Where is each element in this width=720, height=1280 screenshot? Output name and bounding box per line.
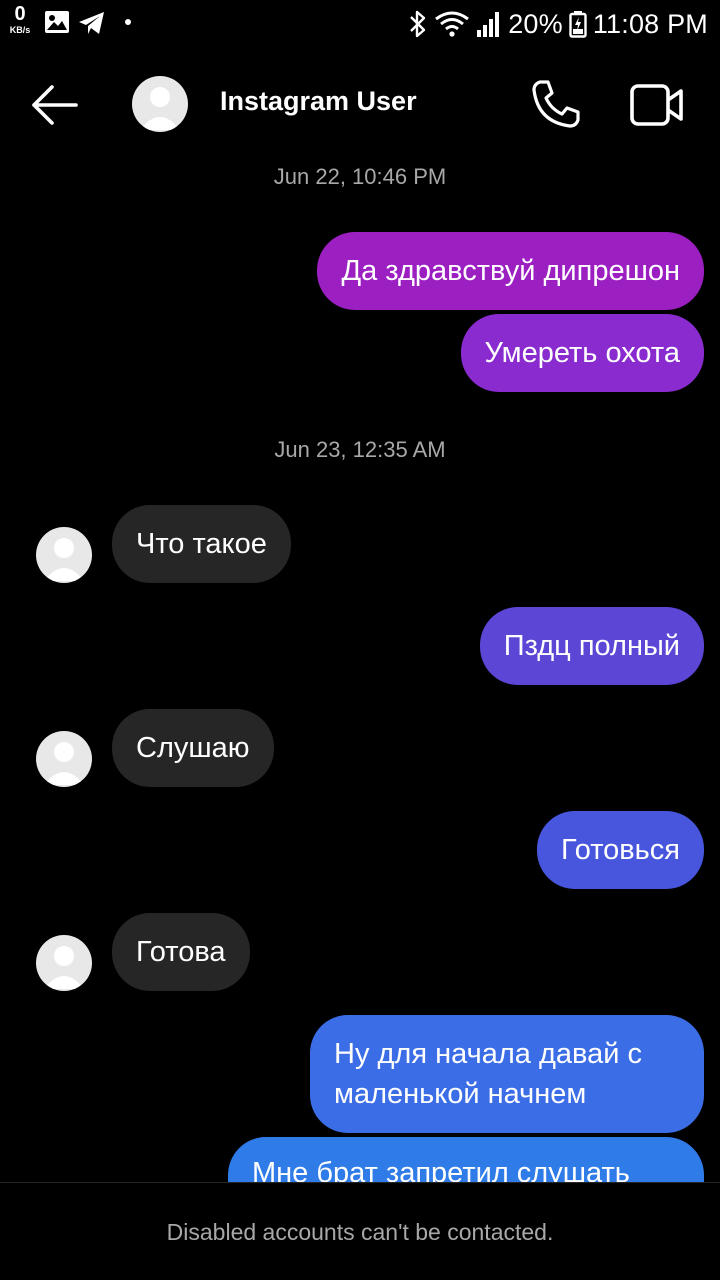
incoming-message-row: Слушаю — [0, 709, 720, 787]
incoming-message[interactable]: Что такое — [112, 505, 291, 583]
data-speed-indicator: 0 KB/s — [4, 4, 36, 35]
default-avatar-icon — [140, 87, 180, 130]
notice-text: Disabled accounts can't be contacted. — [166, 1218, 554, 1245]
default-avatar-icon — [44, 742, 84, 785]
default-avatar-icon — [44, 946, 84, 989]
disabled-account-notice: Disabled accounts can't be contacted. — [0, 1182, 720, 1280]
avatar[interactable] — [36, 935, 92, 991]
battery-percent: 20% — [508, 8, 563, 39]
avatar[interactable] — [36, 527, 92, 583]
dot-icon — [125, 19, 131, 25]
status-right-group: 20% 11:08 PM — [408, 6, 708, 42]
back-arrow-icon[interactable] — [28, 82, 84, 128]
incoming-message[interactable]: Готова — [112, 913, 250, 991]
screen: 0 KB/s 20% 11:08 PM Instagram User Jun 2… — [0, 0, 720, 1280]
chat-header: Instagram User — [0, 60, 720, 150]
outgoing-message[interactable]: Умереть охота — [460, 314, 704, 392]
phone-icon[interactable] — [530, 78, 582, 130]
battery-icon — [569, 11, 587, 38]
timestamp: Jun 22, 10:46 PM — [273, 164, 447, 189]
default-avatar-icon — [44, 538, 84, 581]
gallery-icon — [45, 11, 69, 33]
data-speed-unit: KB/s — [9, 25, 31, 35]
signal-icon — [477, 12, 500, 37]
incoming-message-row: Что такое — [0, 505, 720, 583]
incoming-message-row: Готова — [0, 913, 720, 991]
avatar[interactable] — [132, 76, 188, 132]
clock: 11:08 PM — [592, 8, 708, 39]
wifi-icon — [435, 11, 470, 37]
telegram-icon — [79, 12, 104, 34]
timestamp: Jun 23, 12:35 AM — [274, 437, 446, 462]
outgoing-message[interactable]: Готовься — [536, 811, 704, 889]
data-speed-value: 0 — [14, 3, 26, 25]
incoming-message[interactable]: Слушаю — [112, 709, 274, 787]
message-thread[interactable]: Jun 22, 10:46 PM Да здравствуй дипрешон … — [0, 150, 720, 1182]
avatar[interactable] — [36, 731, 92, 787]
video-camera-icon[interactable] — [630, 82, 684, 128]
outgoing-message[interactable]: Пздц полный — [479, 607, 704, 685]
outgoing-message[interactable]: Мне брат запретил слушать — [228, 1137, 704, 1182]
contact-username[interactable]: Instagram User — [220, 86, 417, 117]
status-bar: 0 KB/s 20% 11:08 PM — [0, 0, 720, 48]
outgoing-message[interactable]: Ну для начала давай с маленькой начнем — [310, 1015, 704, 1133]
outgoing-message[interactable]: Да здравствуй дипрешон — [317, 232, 704, 310]
bluetooth-icon — [410, 10, 426, 38]
